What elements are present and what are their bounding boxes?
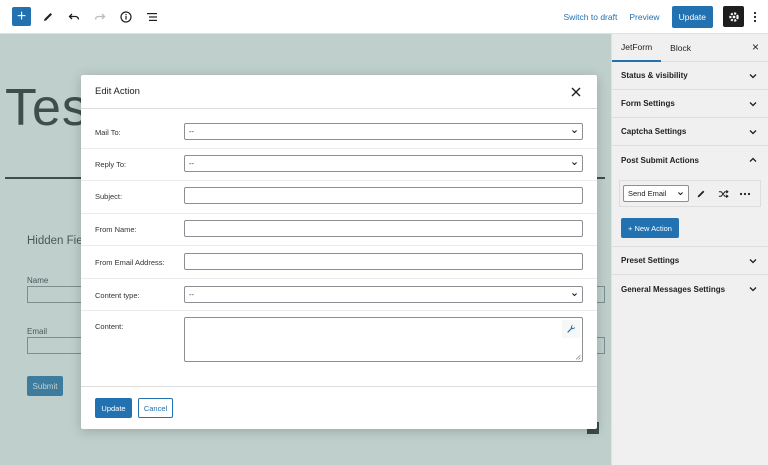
chevron-up-icon	[749, 157, 757, 162]
chevron-down-icon	[572, 162, 577, 166]
settings-sidebar: JetForm Block × Status & visibility Form…	[611, 34, 768, 465]
update-button[interactable]: Update	[671, 5, 713, 28]
panel-general-messages[interactable]: General Messages Settings	[612, 275, 768, 303]
chevron-down-icon	[749, 129, 757, 134]
row-divider	[81, 213, 597, 214]
action-type-select[interactable]: Send Email	[623, 185, 689, 202]
preview-link[interactable]: Preview	[623, 12, 665, 22]
chevron-down-icon	[572, 130, 577, 134]
row-divider	[81, 180, 597, 181]
row-divider	[81, 245, 597, 246]
from-name-label: From Name:	[95, 225, 137, 234]
row-divider	[81, 310, 597, 311]
panel-form-settings[interactable]: Form Settings	[612, 90, 768, 118]
from-name-input[interactable]	[184, 220, 583, 237]
row-divider	[81, 148, 597, 149]
row-divider	[81, 278, 597, 279]
chevron-down-icon	[678, 192, 683, 196]
edit-action-modal: Edit Action Mail To: -- Reply To: -- Sub…	[81, 75, 597, 429]
content-textarea[interactable]	[184, 317, 583, 362]
action-row: Send Email	[619, 180, 761, 207]
subject-input[interactable]	[184, 187, 583, 204]
panel-captcha-settings[interactable]: Captcha Settings	[612, 118, 768, 146]
close-icon[interactable]	[569, 85, 583, 99]
content-type-label: Content type:	[95, 291, 140, 300]
panel-label: Preset Settings	[621, 256, 680, 265]
panel-label: Status & visibility	[621, 71, 688, 80]
chevron-down-icon	[749, 287, 757, 292]
gear-icon[interactable]	[723, 6, 744, 27]
kebab-menu-icon[interactable]	[748, 11, 762, 23]
new-action-button[interactable]: + New Action	[621, 218, 679, 238]
mail-to-value: --	[189, 127, 194, 136]
reply-to-label: Reply To:	[95, 160, 127, 169]
more-options-icon[interactable]	[735, 185, 755, 202]
sidebar-tabs: JetForm Block ×	[612, 34, 768, 62]
mail-to-label: Mail To:	[95, 128, 121, 137]
mail-to-select[interactable]: --	[184, 123, 583, 140]
modal-cancel-button[interactable]: Cancel	[138, 398, 173, 418]
panel-label: Form Settings	[621, 99, 675, 108]
from-email-label: From Email Address:	[95, 258, 165, 267]
panel-label: General Messages Settings	[621, 284, 726, 294]
switch-to-draft-link[interactable]: Switch to draft	[557, 12, 623, 22]
tab-jetform[interactable]: JetForm	[612, 34, 662, 62]
panel-post-submit-actions[interactable]: Post Submit Actions	[612, 146, 768, 174]
close-icon[interactable]: ×	[752, 41, 759, 53]
content-label: Content:	[95, 322, 124, 331]
undo-icon[interactable]	[65, 8, 83, 26]
modal-update-button[interactable]: Update	[95, 398, 132, 418]
edit-action-icon[interactable]	[691, 185, 711, 202]
chevron-down-icon	[749, 73, 757, 78]
modal-body: Mail To: -- Reply To: -- Subject: From N…	[81, 109, 597, 386]
pencil-icon[interactable]	[39, 8, 57, 26]
content-type-value: --	[189, 290, 194, 299]
toolbar-left: +	[0, 7, 161, 26]
panel-status-visibility[interactable]: Status & visibility	[612, 62, 768, 90]
toolbar-right: Switch to draft Preview Update	[557, 5, 768, 28]
content-type-select[interactable]: --	[184, 286, 583, 303]
add-block-button[interactable]: +	[12, 7, 31, 26]
from-email-input[interactable]	[184, 253, 583, 270]
panel-preset-settings[interactable]: Preset Settings	[612, 247, 768, 275]
post-submit-actions-body: Send Email + New Action	[612, 174, 768, 247]
reply-to-value: --	[189, 159, 194, 168]
modal-footer: Update Cancel	[81, 386, 597, 429]
panel-label: Captcha Settings	[621, 127, 687, 136]
modal-title: Edit Action	[95, 86, 140, 97]
action-type-value: Send Email	[628, 189, 667, 198]
chevron-down-icon	[749, 101, 757, 106]
editor-toolbar: + Switch to draft Preview Update	[0, 0, 768, 34]
shuffle-icon[interactable]	[713, 185, 733, 202]
info-icon[interactable]	[117, 8, 135, 26]
panel-label: Post Submit Actions	[621, 155, 699, 165]
redo-icon[interactable]	[91, 8, 109, 26]
reply-to-select[interactable]: --	[184, 155, 583, 172]
list-view-icon[interactable]	[143, 8, 161, 26]
wrench-icon[interactable]	[562, 320, 580, 338]
chevron-down-icon	[749, 258, 757, 263]
subject-label: Subject:	[95, 192, 123, 201]
tab-block[interactable]: Block	[661, 34, 700, 62]
chevron-down-icon	[572, 293, 577, 297]
resize-handle-icon[interactable]	[575, 354, 581, 360]
modal-header: Edit Action	[81, 75, 597, 109]
